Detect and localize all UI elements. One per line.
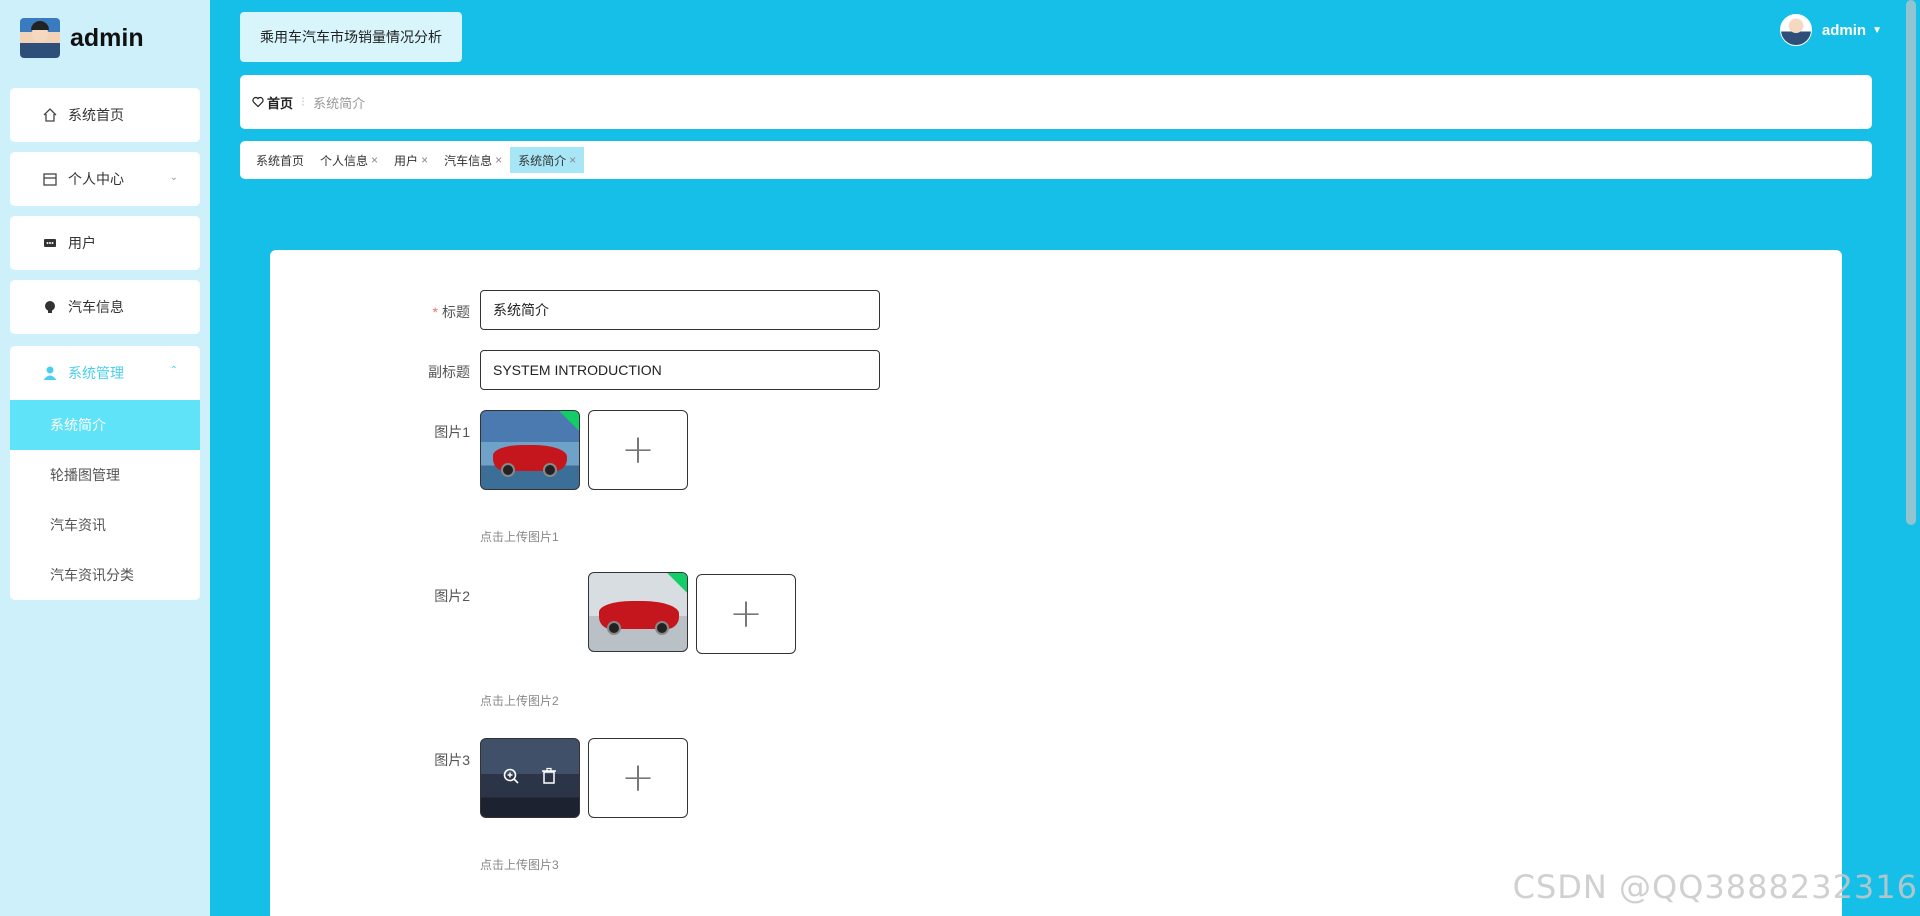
breadcrumb-home[interactable]: 首页: [252, 93, 293, 112]
sidebar-group-system: 系统管理 ⌃ 系统简介 轮播图管理 汽车资讯 汽车资讯分类: [10, 346, 200, 600]
pic3-upload-button[interactable]: +: [588, 738, 688, 818]
breadcrumb-home-label: 首页: [267, 95, 294, 111]
pic1-hint: 点击上传图片1: [480, 530, 559, 544]
plus-icon: +: [621, 755, 655, 801]
tag-car-info[interactable]: 汽车信息 ×: [436, 147, 510, 173]
tag-label: 个人信息: [320, 153, 369, 168]
pic1-label: 图片1: [434, 424, 470, 440]
home-icon: [42, 107, 58, 123]
tag-users[interactable]: 用户 ×: [386, 147, 436, 173]
wheel: [543, 463, 557, 477]
close-icon[interactable]: ×: [421, 153, 428, 167]
system-title: 乘用车汽车市场销量情况分析: [240, 12, 462, 62]
form-card: * 标题 系统简介 副标题 SYSTEM INTRODUCTION 图片1 + 点…: [270, 250, 1842, 916]
wheel: [607, 621, 621, 635]
brand-name: admin: [70, 23, 144, 52]
tag-personal-info[interactable]: 个人信息 ×: [312, 147, 386, 173]
heart-icon: [252, 96, 264, 108]
title-input[interactable]: 系统简介: [480, 290, 880, 330]
sidebar-item-label: 系统首页: [68, 107, 124, 123]
sidebar-item-home[interactable]: 系统首页: [10, 88, 200, 142]
plus-icon: +: [729, 591, 763, 637]
pic2-thumbnail[interactable]: [588, 572, 688, 652]
pic2-label: 图片2: [434, 588, 470, 604]
sidebar-subitem-car-news-category[interactable]: 汽车资讯分类: [10, 550, 200, 600]
sidebar-item-system-management[interactable]: 系统管理 ⌃: [10, 346, 200, 400]
sidebar-item-label: 个人中心: [68, 171, 124, 187]
sidebar-item-personal-center[interactable]: 个人中心 ⌄: [10, 152, 200, 206]
wheel: [501, 463, 515, 477]
delete-icon[interactable]: [540, 767, 558, 790]
user-menu[interactable]: admin ▼: [1779, 14, 1882, 46]
subtitle-input[interactable]: SYSTEM INTRODUCTION: [480, 350, 880, 390]
sidebar-item-label: 汽车信息: [68, 299, 124, 315]
sidebar-item-label: 用户: [68, 235, 96, 251]
brand: admin: [20, 18, 144, 58]
pic1-upload-button[interactable]: +: [588, 410, 688, 490]
wheel: [655, 621, 669, 635]
close-icon[interactable]: ×: [371, 153, 378, 167]
caret-down-icon: ▼: [1872, 24, 1882, 36]
page-scrollbar[interactable]: [1906, 0, 1916, 525]
user-avatar: [1779, 14, 1812, 46]
pic3-label: 图片3: [434, 752, 470, 768]
pic2-upload-button[interactable]: +: [696, 574, 796, 654]
pic3-hint: 点击上传图片3: [480, 858, 559, 872]
brand-avatar: [20, 18, 60, 58]
tag-system-home[interactable]: 系统首页: [248, 147, 312, 173]
tag-label: 系统首页: [256, 153, 305, 168]
thumbnail-actions: [481, 739, 579, 817]
tag-label: 系统简介: [518, 153, 567, 168]
success-corner-badge: [559, 411, 579, 431]
watermark: CSDN @QQ3888232316: [1512, 868, 1918, 906]
user-icon: [42, 365, 58, 381]
sidebar-item-car-info[interactable]: 汽车信息: [10, 280, 200, 334]
title-label: * 标题: [370, 302, 470, 322]
title-label-text: 标题: [442, 304, 470, 320]
chat-icon: [42, 235, 58, 251]
breadcrumb-separator: ⁝: [301, 94, 306, 109]
close-icon[interactable]: ×: [495, 153, 502, 167]
pic1-thumbnail[interactable]: [480, 410, 580, 490]
sidebar: admin 系统首页 个人中心 ⌄ 用户 汽车信息 系统管理 ⌃ 系统简介 轮播…: [0, 0, 210, 916]
bulb-icon: [42, 299, 58, 315]
sidebar-group-label: 系统管理: [68, 365, 124, 381]
required-mark: *: [432, 304, 438, 320]
sidebar-item-users[interactable]: 用户: [10, 216, 200, 270]
sidebar-subitem-car-news[interactable]: 汽车资讯: [10, 500, 200, 550]
username: admin: [1821, 21, 1867, 39]
calendar-icon: [42, 171, 58, 187]
tag-label: 用户: [394, 153, 419, 168]
success-corner-badge: [667, 573, 687, 593]
tag-label: 汽车信息: [444, 153, 493, 168]
pic3-thumbnail[interactable]: [480, 738, 580, 818]
chevron-down-icon: ⌄: [169, 172, 178, 183]
close-icon[interactable]: ×: [569, 153, 576, 167]
tag-system-intro[interactable]: 系统简介 ×: [510, 147, 585, 173]
plus-icon: +: [621, 427, 655, 473]
zoom-in-icon[interactable]: [502, 767, 520, 790]
sidebar-subitem-system-intro[interactable]: 系统简介: [10, 400, 200, 450]
sidebar-subitem-carousel[interactable]: 轮播图管理: [10, 450, 200, 500]
breadcrumb: 首页 ⁝ 系统简介: [240, 75, 1872, 129]
pic2-hint: 点击上传图片2: [480, 694, 559, 708]
chevron-up-icon: ⌃: [169, 365, 178, 376]
breadcrumb-current: 系统简介: [313, 95, 366, 111]
subtitle-label: 副标题: [428, 364, 470, 380]
tags-view: 系统首页 个人信息 × 用户 × 汽车信息 × 系统简介 ×: [240, 141, 1872, 179]
